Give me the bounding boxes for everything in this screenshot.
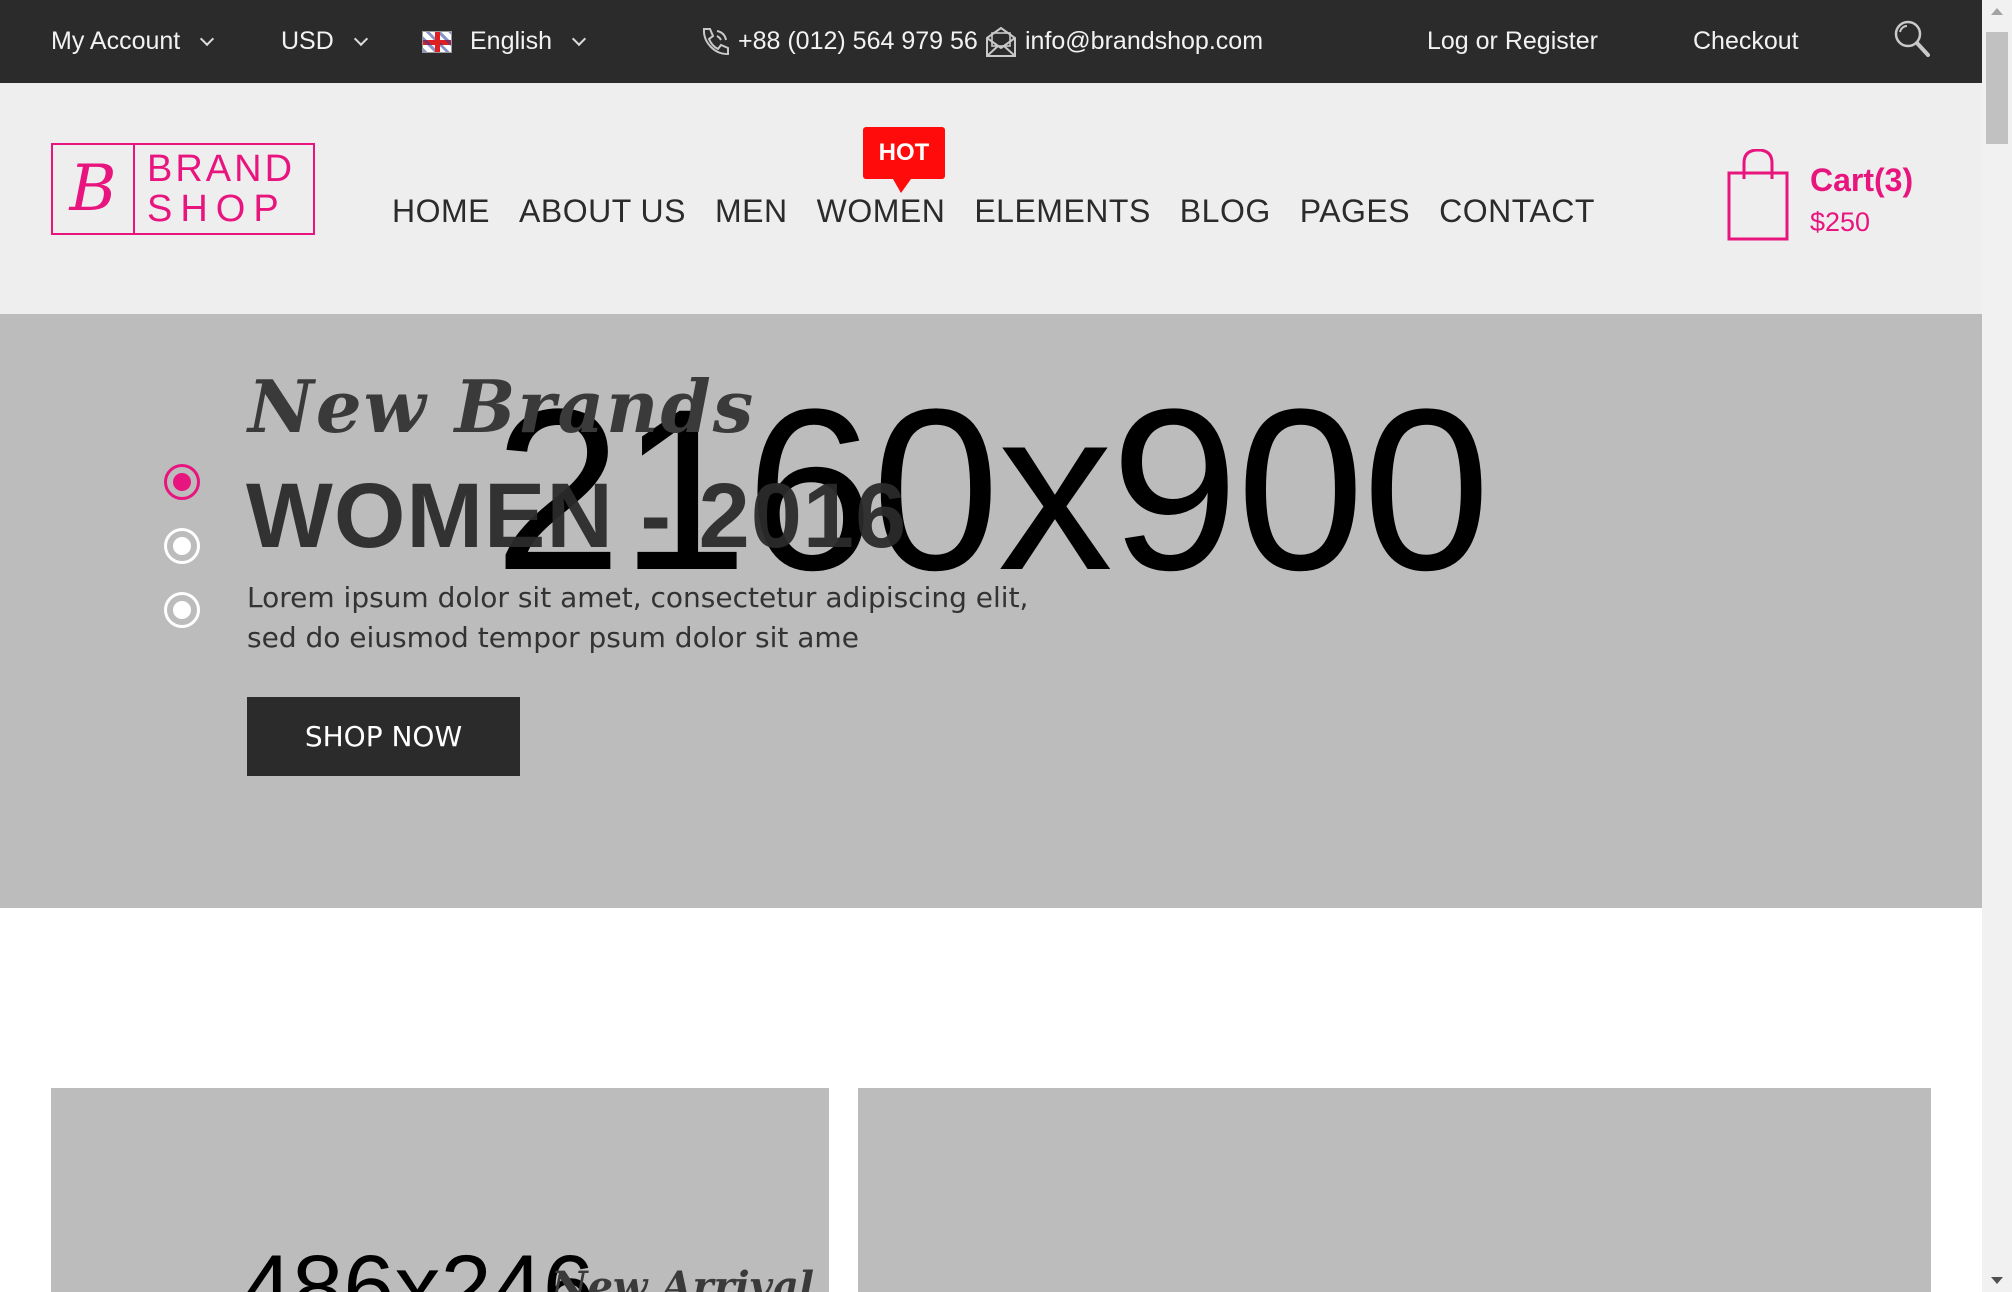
my-account-label: My Account — [51, 27, 181, 55]
logo-letter: B — [53, 145, 135, 233]
top-bar: My Account USD English +88 (012) 564 979… — [0, 0, 1982, 83]
logo-text: BRAND SHOP — [135, 145, 313, 233]
promo-banner-2[interactable] — [858, 1088, 1931, 1292]
shopping-bag-icon — [1726, 148, 1792, 248]
phone-icon — [698, 25, 732, 59]
currency-label: USD — [281, 27, 334, 55]
my-account-dropdown[interactable]: My Account — [51, 0, 215, 83]
main-nav: HOME ABOUT US MEN WOMEN ELEMENTS BLOG PA… — [392, 193, 1624, 230]
phone-number: +88 (012) 564 979 56 — [738, 27, 978, 55]
currency-dropdown[interactable]: USD — [281, 0, 368, 83]
chevron-down-icon — [353, 31, 368, 46]
cart-total: $250 — [1810, 207, 1871, 237]
scroll-thumb[interactable] — [1986, 32, 2008, 144]
nav-blog[interactable]: BLOG — [1180, 193, 1271, 230]
hero-script-heading: New Brands — [248, 364, 756, 449]
language-label: English — [470, 27, 552, 55]
checkout-label: Checkout — [1693, 27, 1799, 55]
logo-line-2: SHOP — [147, 188, 287, 230]
slider-dot-1[interactable] — [164, 464, 200, 500]
cart-count: Cart(3) — [1810, 162, 1914, 198]
chevron-down-icon — [200, 31, 215, 46]
scroll-down-arrow-icon[interactable] — [1991, 1277, 2003, 1284]
shop-now-button[interactable]: SHOP NOW — [247, 697, 520, 776]
banner-1-placeholder: 486x246 — [241, 1237, 594, 1292]
slider-dot-3[interactable] — [164, 592, 200, 628]
promo-banner-1[interactable]: 486x246 New Arrival — [51, 1088, 829, 1292]
chevron-down-icon — [571, 31, 587, 46]
nav-pages[interactable]: PAGES — [1300, 193, 1410, 230]
login-register-link[interactable]: Log or Register — [1427, 0, 1598, 83]
nav-about-us[interactable]: ABOUT US — [519, 193, 686, 230]
hero-slider: 2160x900 New Brands WOMEN - 2016 Lorem i… — [0, 314, 1982, 908]
checkout-link[interactable]: Checkout — [1693, 0, 1799, 83]
mail-icon — [983, 25, 1019, 59]
login-register-label: Log or Register — [1427, 27, 1598, 55]
email-address: info@brandshop.com — [1025, 27, 1264, 55]
scroll-up-arrow-icon[interactable] — [1991, 8, 2003, 15]
nav-men[interactable]: MEN — [715, 193, 788, 230]
hero-description: Lorem ipsum dolor sit amet, consectetur … — [247, 581, 1029, 654]
email-contact[interactable]: info@brandshop.com — [983, 0, 1263, 83]
hero-title: WOMEN - 2016 — [246, 465, 908, 567]
site-header: B BRAND SHOP HOT HOME ABOUT US MEN WOMEN… — [0, 83, 1982, 314]
brand-logo[interactable]: B BRAND SHOP — [51, 143, 315, 235]
language-dropdown[interactable]: English — [422, 0, 587, 83]
slider-dot-2[interactable] — [164, 528, 200, 564]
phone-contact: +88 (012) 564 979 56 — [698, 0, 978, 83]
hot-badge: HOT — [863, 127, 945, 193]
page-scrollbar[interactable] — [1982, 0, 2012, 1292]
search-button[interactable] — [1892, 0, 1932, 83]
nav-home[interactable]: HOME — [392, 193, 490, 230]
flag-icon — [422, 30, 452, 53]
nav-elements[interactable]: ELEMENTS — [974, 193, 1150, 230]
logo-line-1: BRAND — [147, 148, 296, 190]
banner-1-script: New Arrival — [551, 1263, 815, 1292]
search-icon — [1892, 18, 1932, 65]
nav-women[interactable]: WOMEN — [817, 193, 946, 230]
cart-widget[interactable]: Cart(3) $250 — [1726, 148, 1956, 249]
nav-contact[interactable]: CONTACT — [1439, 193, 1595, 230]
